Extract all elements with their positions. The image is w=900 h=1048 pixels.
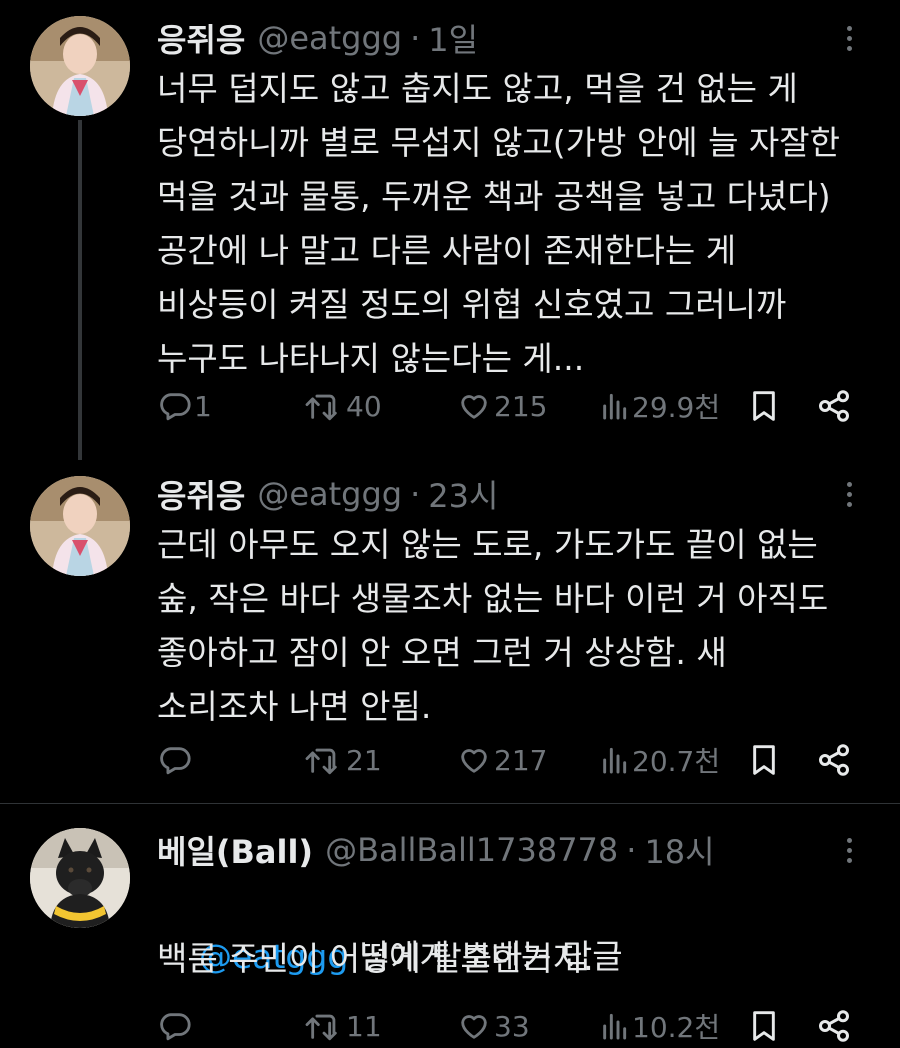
views-button[interactable]: 20.7천 <box>598 738 720 782</box>
like-count: 215 <box>494 389 548 423</box>
tweet-text: 백룸 주민이 어떻게 탈출한거지. <box>157 939 594 978</box>
like-count: 33 <box>494 1009 530 1043</box>
retweet-count: 21 <box>346 743 382 777</box>
avatar[interactable] <box>30 828 130 928</box>
action-bar: 11 33 10.2천 <box>0 1004 900 1048</box>
like-button[interactable]: 215 <box>456 384 547 428</box>
reply-count: 1 <box>194 389 212 423</box>
share-button[interactable] <box>816 738 852 782</box>
more-icon[interactable] <box>834 828 864 872</box>
more-icon[interactable] <box>834 16 864 60</box>
reply-icon <box>160 1013 191 1041</box>
handle[interactable]: @BallBall1738778 <box>325 831 618 869</box>
like-icon <box>461 749 487 773</box>
share-icon <box>819 1010 849 1042</box>
share-icon <box>819 744 849 776</box>
like-button[interactable]: 217 <box>456 738 547 782</box>
like-icon <box>461 395 487 419</box>
view-count: 10.2천 <box>632 1011 721 1044</box>
timestamp[interactable]: 18시 <box>644 827 714 873</box>
bookmark-icon <box>753 745 775 775</box>
like-icon <box>461 1015 487 1039</box>
reply-icon <box>160 393 191 421</box>
view-count: 20.7천 <box>632 745 721 778</box>
separator-dot: · <box>410 19 421 57</box>
tweet-header: 베일(Ball) @BallBall1738778 · 18시 <box>157 828 715 872</box>
bookmark-button[interactable] <box>748 1004 780 1048</box>
views-button[interactable]: 10.2천 <box>598 1004 720 1048</box>
timestamp[interactable]: 1일 <box>428 15 478 61</box>
display-name[interactable]: 베일(Ball) <box>157 827 313 873</box>
action-bar: 21 217 20.7천 <box>0 738 900 782</box>
share-icon <box>819 390 849 422</box>
retweet-icon <box>305 1014 337 1041</box>
avatar[interactable] <box>30 476 130 576</box>
retweet-button[interactable]: 40 <box>304 384 382 428</box>
views-button[interactable]: 29.9천 <box>598 384 720 428</box>
display-name[interactable]: 응쥐응 <box>157 471 245 517</box>
separator-dot: · <box>626 831 637 869</box>
more-icon[interactable] <box>834 472 864 516</box>
views-icon <box>603 747 627 774</box>
retweet-button[interactable]: 21 <box>304 738 382 782</box>
reply-button[interactable]: 1 <box>158 384 212 428</box>
like-button[interactable]: 33 <box>456 1004 530 1048</box>
handle[interactable]: @eatggg <box>257 19 402 57</box>
share-button[interactable] <box>816 1004 852 1048</box>
bookmark-icon <box>753 1011 775 1041</box>
retweet-icon <box>305 394 337 421</box>
bookmark-icon <box>753 391 775 421</box>
share-button[interactable] <box>816 384 852 428</box>
tweet-text: 근데 아무도 오지 않는 도로, 가도가도 끝이 없는 숲, 작은 바다 생물조… <box>157 525 829 726</box>
tweet-header: 응쥐응 @eatggg · 1일 <box>157 16 478 60</box>
views-icon <box>603 1013 627 1040</box>
retweet-button[interactable]: 11 <box>304 1004 382 1048</box>
retweet-count: 40 <box>346 389 382 423</box>
view-count: 29.9천 <box>632 391 721 424</box>
timestamp[interactable]: 23시 <box>428 471 498 517</box>
retweet-count: 11 <box>346 1009 382 1043</box>
retweet-icon <box>305 748 337 775</box>
bookmark-button[interactable] <box>748 738 780 782</box>
bookmark-button[interactable] <box>748 384 780 428</box>
avatar[interactable] <box>30 16 130 116</box>
tweet-text: 너무 덥지도 않고 춥지도 않고, 먹을 건 없는 게 당연하니까 별로 무섭지… <box>157 69 841 378</box>
tweet-1[interactable]: 응쥐응 @eatggg · 1일 너무 덥지도 않고 춥지도 않고, 먹을 건 … <box>0 0 900 460</box>
tweet-3[interactable]: 베일(Ball) @BallBall1738778 · 18시 @eatggg … <box>0 804 900 1045</box>
separator-dot: · <box>410 475 421 513</box>
tweet-header: 응쥐응 @eatggg · 23시 <box>157 472 498 516</box>
like-count: 217 <box>494 743 548 777</box>
handle[interactable]: @eatggg <box>257 475 402 513</box>
action-bar: 1 40 215 29.9천 <box>0 384 900 428</box>
reply-button[interactable] <box>158 1004 194 1048</box>
display-name[interactable]: 응쥐응 <box>157 15 245 61</box>
reply-button[interactable] <box>158 738 194 782</box>
views-icon <box>603 393 627 420</box>
tweet-2[interactable]: 응쥐응 @eatggg · 23시 근데 아무도 오지 않는 도로, 가도가도 … <box>0 460 900 800</box>
reply-icon <box>160 747 191 775</box>
